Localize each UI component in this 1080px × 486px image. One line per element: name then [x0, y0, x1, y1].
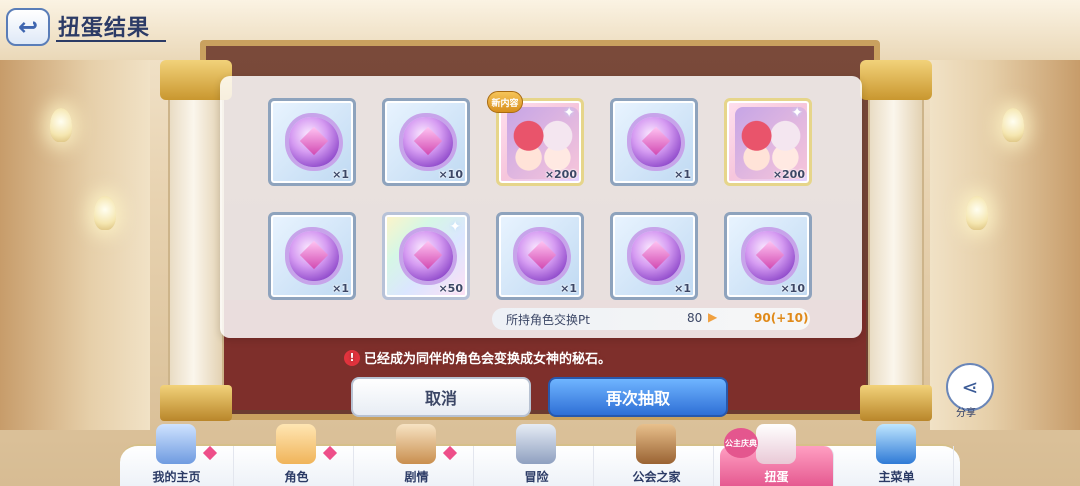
nav-item-label: 公会之家	[632, 470, 681, 484]
exchange-pt-bar: 所持角色交换Pt 80 ▶ 90(+10)	[492, 308, 810, 330]
result-item-goddess-stone[interactable]: ×1	[496, 212, 584, 300]
sword-icon	[516, 424, 556, 464]
nav-item-character[interactable]: 角色	[240, 424, 354, 486]
bottom-navigation: 我的主页 角色 剧情 冒险 公会之家 公主庆典 扭蛋 主菜单	[120, 424, 960, 486]
result-item-goddess-stone[interactable]: ×1	[268, 212, 356, 300]
notification-dot-icon	[202, 445, 218, 461]
nav-item-label: 角色	[284, 470, 309, 484]
arrow-right-icon: ▶	[708, 310, 718, 324]
nav-item-label: 剧情	[404, 470, 429, 484]
scroll-icon	[396, 424, 436, 464]
background-pillar	[168, 60, 224, 420]
result-grid: ×1 ×10 新内容 ✦ ×200 ×1 ✦ ×200 ×1 ✦ ×50 ×1 ×1 ×10	[268, 91, 812, 300]
gacha-result-panel: ×1 ×10 新内容 ✦ ×200 ×1 ✦ ×200 ×1 ✦ ×50 ×1 ×1 ×10 所持角色交换…	[220, 76, 862, 338]
nav-item-label: 主菜单	[878, 470, 915, 484]
nav-item-scroll[interactable]: 剧情	[360, 424, 474, 486]
wall-lamp	[966, 196, 988, 230]
result-item-goddess-stone[interactable]: ×1	[610, 98, 698, 186]
crystal-icon	[876, 424, 916, 464]
nav-item-sword[interactable]: 冒险	[480, 424, 594, 486]
background-pillar-capital	[860, 60, 932, 100]
notification-dot-icon	[322, 445, 338, 461]
exchange-pt-label: 所持角色交换Pt	[506, 313, 590, 327]
wall-lamp	[1002, 108, 1024, 142]
conversion-notice: ! 已经成为同伴的角色会变换成女神的秘石。	[344, 348, 611, 367]
wall-lamp	[50, 108, 72, 142]
result-item-goddess-stone[interactable]: ✦ ×50	[382, 212, 470, 300]
result-item-count: ×1	[674, 168, 691, 181]
back-button[interactable]: ↩	[6, 8, 50, 46]
result-item-count: ×1	[332, 282, 349, 295]
background-pillar	[868, 60, 924, 420]
wall-lamp	[94, 196, 116, 230]
sparkle-icon: ✦	[563, 105, 575, 121]
result-item-goddess-stone[interactable]: ×1	[268, 98, 356, 186]
result-item-goddess-stone[interactable]: ×10	[382, 98, 470, 186]
result-item-count: ×1	[332, 168, 349, 181]
sparkle-icon: ✦	[449, 219, 461, 235]
nav-item-castle[interactable]: 我的主页	[120, 424, 234, 486]
castle-icon	[156, 424, 196, 464]
nav-item-door[interactable]: 公会之家	[600, 424, 714, 486]
sparkle-icon: ✦	[791, 105, 803, 121]
result-item-goddess-stone[interactable]: ×10	[724, 212, 812, 300]
gacha-icon	[756, 424, 796, 464]
result-item-count: ×10	[438, 168, 463, 181]
nav-item-label: 我的主页	[152, 470, 201, 484]
page-title: 扭蛋结果	[58, 16, 151, 41]
title-underline	[56, 40, 166, 42]
nav-item-gacha[interactable]: 公主庆典 扭蛋	[720, 424, 834, 486]
cancel-button[interactable]: 取消	[351, 377, 531, 417]
exclamation-icon: !	[344, 349, 360, 366]
background-pillar-base	[860, 385, 932, 421]
background-wall-left	[0, 0, 150, 430]
conversion-notice-text: 已经成为同伴的角色会变换成女神的秘石。	[364, 352, 612, 367]
result-item-count: ×1	[560, 282, 577, 295]
background-wall-right	[930, 0, 1080, 430]
princess-fest-badge: 公主庆典	[724, 428, 758, 458]
share-icon: ⋖	[961, 375, 979, 399]
draw-again-button[interactable]: 再次抽取	[548, 377, 728, 417]
result-item-count: ×200	[772, 168, 805, 181]
share-label: 分享	[956, 408, 976, 419]
result-item-character[interactable]: 新内容 ✦ ×200	[487, 91, 584, 186]
nav-item-label: 扭蛋	[764, 470, 789, 484]
background-pillar-base	[160, 385, 232, 421]
character-icon	[276, 424, 316, 464]
result-item-count: ×50	[438, 282, 463, 295]
exchange-pt-new-value: 90(+10)	[754, 311, 809, 325]
result-item-count: ×10	[780, 282, 805, 295]
door-icon	[636, 424, 676, 464]
result-item-count: ×1	[674, 282, 691, 295]
nav-item-label: 冒险	[524, 470, 549, 484]
notification-dot-icon	[442, 445, 458, 461]
exchange-pt-old-value: 80	[687, 311, 703, 325]
result-item-character[interactable]: ✦ ×200	[724, 98, 812, 186]
result-item-count: ×200	[544, 168, 577, 181]
new-content-badge: 新内容	[487, 91, 523, 113]
result-item-goddess-stone[interactable]: ×1	[610, 212, 698, 300]
back-arrow-icon: ↩	[17, 13, 39, 41]
nav-item-crystal[interactable]: 主菜单	[840, 424, 954, 486]
